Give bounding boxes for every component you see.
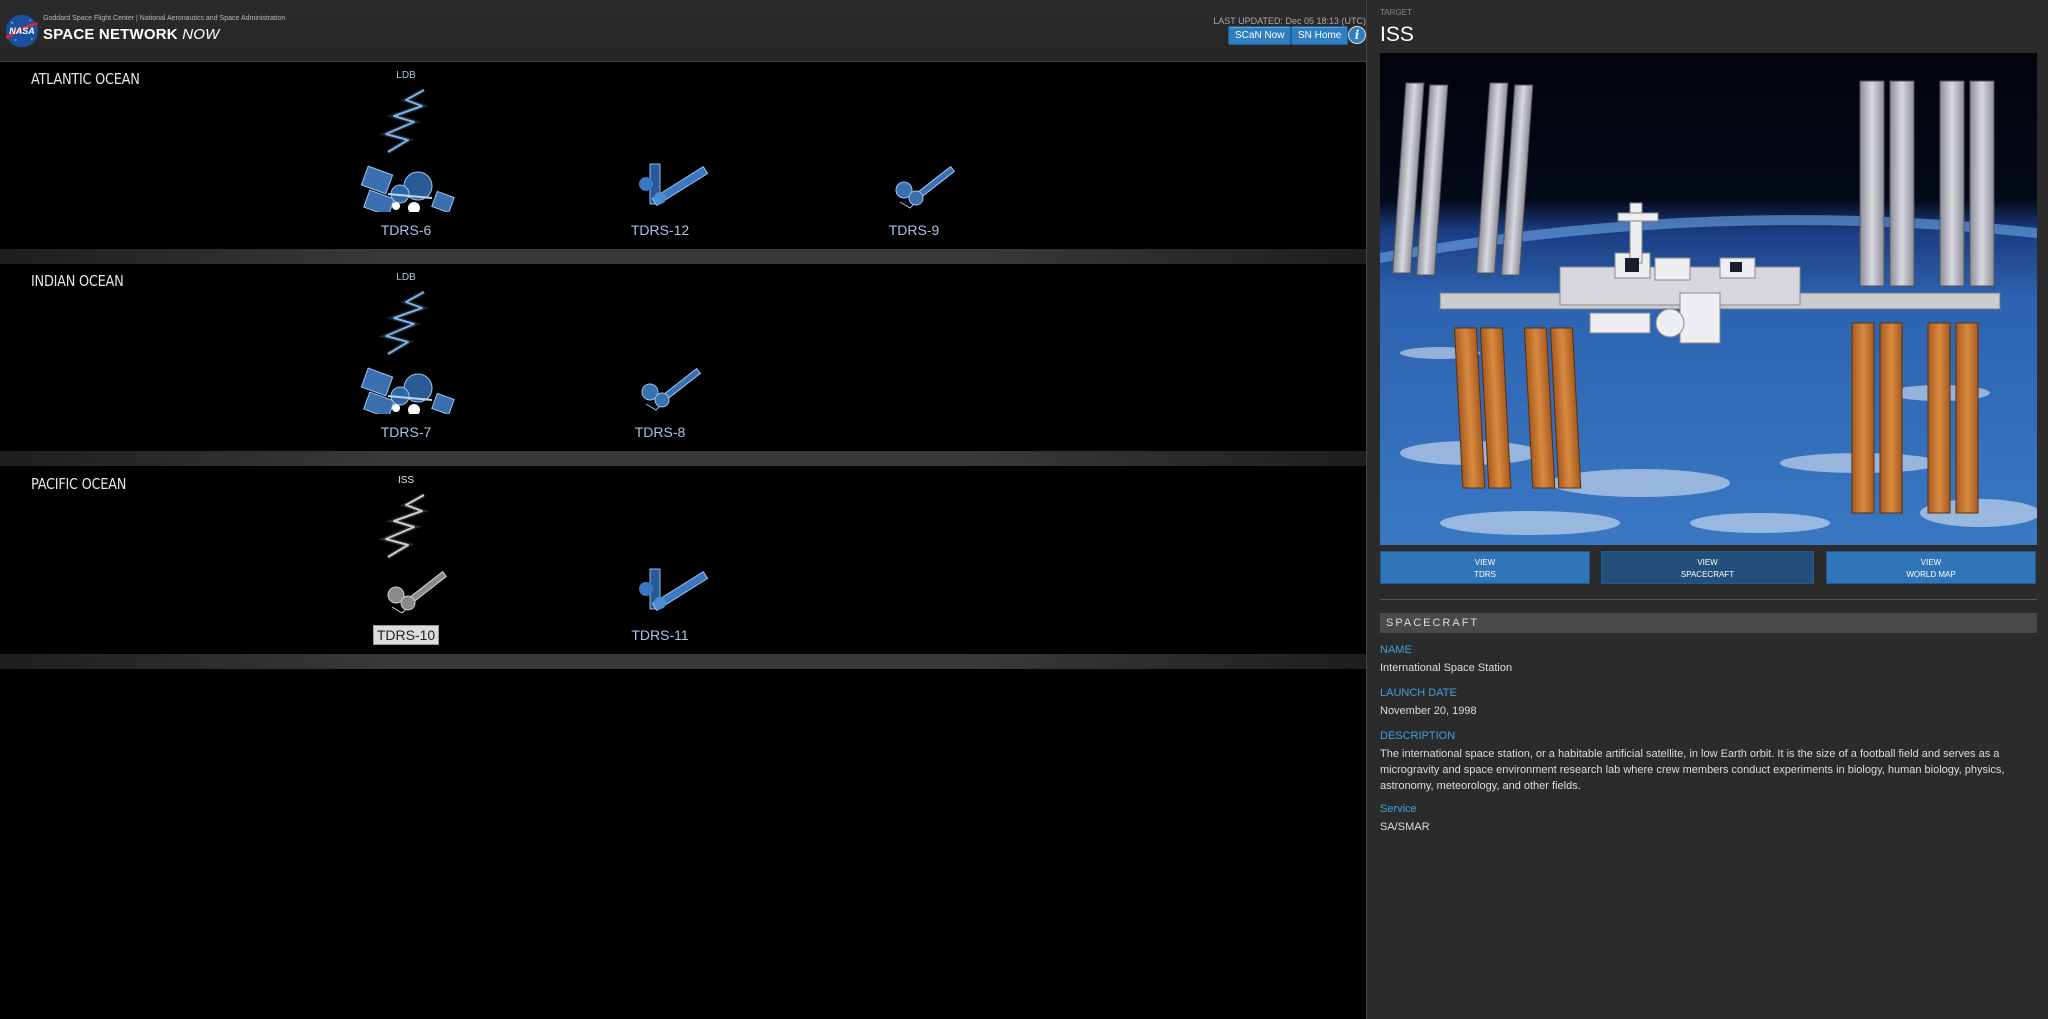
satellite-name: TDRS-10 — [336, 625, 476, 645]
description-value: The international space station, or a ha… — [1380, 748, 2005, 792]
nasa-logo[interactable]: NASA — [4, 13, 40, 49]
view-worldmap-line2: WORLD MAP — [1906, 570, 1956, 579]
satellite-icon — [590, 284, 730, 419]
ocean-label: INDIAN OCEAN — [31, 272, 124, 290]
satellite-icon — [336, 284, 476, 419]
launch-date-label: LAUNCH DATE — [1380, 687, 1457, 699]
satellite-name: TDRS-6 — [336, 222, 476, 238]
satellite-tdrs-8[interactable]: TDRS-8 — [590, 272, 730, 442]
ocean-band: ATLANTIC OCEAN LDB TDRS-6 TDRS-12 TDRS-9 — [1, 62, 1366, 249]
satellite-name: TDRS-11 — [590, 627, 730, 643]
band-separator — [0, 249, 1366, 264]
satellite-name: TDRS-12 — [590, 222, 730, 238]
target-panel: TARGET ISS VIEW TDRS VIEW SPACECRAFT VIE… — [1366, 0, 2048, 1019]
iss-photo — [1380, 53, 2037, 545]
satellite-tdrs-7[interactable]: LDB TDRS-7 — [336, 272, 476, 442]
launch-date-value: November 20, 1998 — [1380, 705, 1477, 717]
description-label: DESCRIPTION — [1380, 730, 1456, 742]
satellite-icon — [336, 487, 476, 622]
satellite-name-text: TDRS-7 — [380, 424, 432, 440]
satellite-name-text: TDRS-6 — [380, 222, 432, 238]
view-tdrs-line2: TDRS — [1474, 570, 1496, 579]
satellite-name-text: TDRS-9 — [888, 222, 940, 238]
satellite-icon — [844, 82, 984, 217]
view-worldmap-line1: VIEW — [1920, 558, 1942, 567]
view-spacecraft-line1: VIEW — [1697, 558, 1718, 567]
name-label: NAME — [1380, 644, 1412, 656]
satellite-name-text: TDRS-10 — [372, 625, 440, 645]
link-tag: LDB — [396, 272, 416, 283]
satellite-name: TDRS-8 — [590, 424, 730, 440]
ocean-band: INDIAN OCEAN LDB TDRS-7 TDRS-8 — [1, 264, 1366, 451]
ocean-band: PACIFIC OCEAN ISS TDRS-10 TDRS-11 — [1, 467, 1366, 654]
section-title: SPACECRAFT — [1380, 613, 2037, 633]
app-header: NASA Goddard Space Flight Center | Natio… — [0, 0, 1366, 62]
satellite-tdrs-9[interactable]: TDRS-9 — [844, 70, 984, 240]
view-tdrs-line1: VIEW — [1474, 558, 1496, 567]
org-line: Goddard Space Flight Center | National A… — [43, 15, 286, 22]
satellite-icon — [590, 487, 730, 622]
name-value: International Space Station — [1380, 662, 1513, 674]
app-title-main: SPACE NETWORK — [43, 26, 183, 43]
view-tdrs-button[interactable]: VIEW TDRS — [1380, 551, 1590, 584]
link-tag: ISS — [397, 475, 415, 486]
target-name: ISS — [1380, 23, 1414, 46]
satellite-name-text: TDRS-12 — [630, 222, 690, 238]
service-label: Service — [1380, 803, 1417, 815]
view-world-map-button[interactable]: VIEW WORLD MAP — [1826, 551, 2036, 584]
band-separator — [0, 451, 1366, 466]
target-label: TARGET — [1380, 8, 1412, 17]
last-updated: LAST UPDATED: Dec 05 18:13 (UTC) — [1213, 16, 1366, 26]
view-spacecraft-button[interactable]: VIEW SPACECRAFT — [1601, 551, 1814, 584]
sn-home-button[interactable]: SN Home — [1291, 26, 1349, 45]
satellite-tdrs-12[interactable]: TDRS-12 — [590, 70, 730, 240]
app-title-now: NOW — [182, 26, 220, 43]
satellite-name: TDRS-9 — [844, 222, 984, 238]
band-separator — [0, 654, 1366, 669]
info-icon[interactable]: i — [1348, 26, 1366, 44]
app-title: SPACE NETWORK NOW — [43, 26, 219, 43]
ocean-label: ATLANTIC OCEAN — [31, 70, 140, 88]
satellite-tdrs-6[interactable]: LDB TDRS-6 — [336, 70, 476, 240]
scan-now-button[interactable]: SCaN Now — [1228, 26, 1292, 45]
satellite-name-text: TDRS-8 — [634, 424, 686, 440]
satellite-icon — [336, 82, 476, 217]
satellite-name-text: TDRS-11 — [631, 627, 689, 643]
ocean-label: PACIFIC OCEAN — [31, 475, 127, 493]
view-spacecraft-line2: SPACECRAFT — [1680, 570, 1735, 579]
panel-divider — [1380, 599, 2037, 600]
link-tag: LDB — [396, 70, 416, 81]
satellite-tdrs-11[interactable]: TDRS-11 — [590, 475, 730, 645]
satellite-tdrs-10[interactable]: ISS TDRS-10 — [336, 475, 476, 645]
nasa-logo-text: NASA — [9, 26, 35, 36]
satellite-name: TDRS-7 — [336, 424, 476, 440]
satellite-icon — [590, 82, 730, 217]
service-value: SA/SMAR — [1380, 821, 1430, 833]
